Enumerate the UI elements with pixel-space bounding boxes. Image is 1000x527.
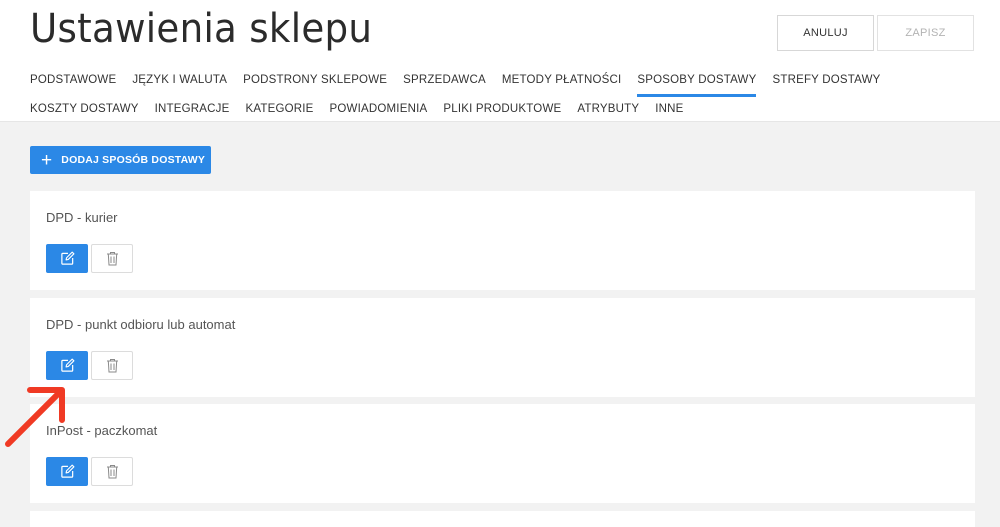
tab-integracje[interactable]: INTEGRACJE	[155, 97, 230, 126]
edit-icon	[60, 358, 74, 372]
tab-podstawowe[interactable]: PODSTAWOWE	[30, 68, 116, 97]
tab-podstrony-sklepowe[interactable]: PODSTRONY SKLEPOWE	[243, 68, 387, 97]
tab-jezyk-i-waluta[interactable]: JĘZYK I WALUTA	[132, 68, 227, 97]
tab-metody-platnosci[interactable]: METODY PŁATNOŚCI	[502, 68, 622, 97]
delete-button[interactable]	[91, 244, 133, 273]
edit-button[interactable]	[46, 351, 88, 380]
edit-icon	[60, 464, 74, 478]
tab-strefy-dostawy[interactable]: STREFY DOSTAWY	[772, 68, 880, 97]
settings-tabs: PODSTAWOWE JĘZYK I WALUTA PODSTRONY SKLE…	[30, 68, 980, 126]
delivery-method-card: DPD - kurier	[30, 191, 975, 290]
tab-sprzedawca[interactable]: SPRZEDAWCA	[403, 68, 486, 97]
trash-icon	[106, 359, 118, 373]
add-delivery-method-button[interactable]: + DODAJ SPOSÓB DOSTAWY	[30, 146, 211, 174]
edit-button[interactable]	[46, 244, 88, 273]
delivery-method-card: InPost - paczkomat	[30, 404, 975, 503]
cancel-button[interactable]: ANULUJ	[777, 15, 874, 51]
tab-atrybuty[interactable]: ATRYBUTY	[577, 97, 639, 126]
edit-button[interactable]	[46, 457, 88, 486]
plus-icon: +	[41, 149, 53, 171]
tab-pliki-produktowe[interactable]: PLIKI PRODUKTOWE	[443, 97, 561, 126]
trash-icon	[106, 465, 118, 479]
page-title: Ustawienia sklepu	[30, 6, 373, 52]
add-delivery-method-label: DODAJ SPOSÓB DOSTAWY	[61, 154, 206, 166]
delete-button[interactable]	[91, 457, 133, 486]
save-button[interactable]: ZAPISZ	[877, 15, 974, 51]
delivery-method-card	[30, 511, 975, 527]
tab-kategorie[interactable]: KATEGORIE	[246, 97, 314, 126]
delivery-method-name: InPost - paczkomat	[46, 423, 158, 438]
delivery-method-card: DPD - punkt odbioru lub automat	[30, 298, 975, 397]
header: Ustawienia sklepu ANULUJ ZAPISZ PODSTAWO…	[0, 0, 1000, 122]
edit-icon	[60, 251, 74, 265]
tab-sposoby-dostawy[interactable]: SPOSOBY DOSTAWY	[637, 68, 757, 97]
delete-button[interactable]	[91, 351, 133, 380]
tab-inne[interactable]: INNE	[655, 97, 683, 126]
delivery-method-name: DPD - kurier	[46, 210, 118, 225]
delivery-method-name: DPD - punkt odbioru lub automat	[46, 317, 236, 332]
tab-koszty-dostawy[interactable]: KOSZTY DOSTAWY	[30, 97, 139, 126]
tab-powiadomienia[interactable]: POWIADOMIENIA	[330, 97, 428, 126]
trash-icon	[106, 252, 118, 266]
